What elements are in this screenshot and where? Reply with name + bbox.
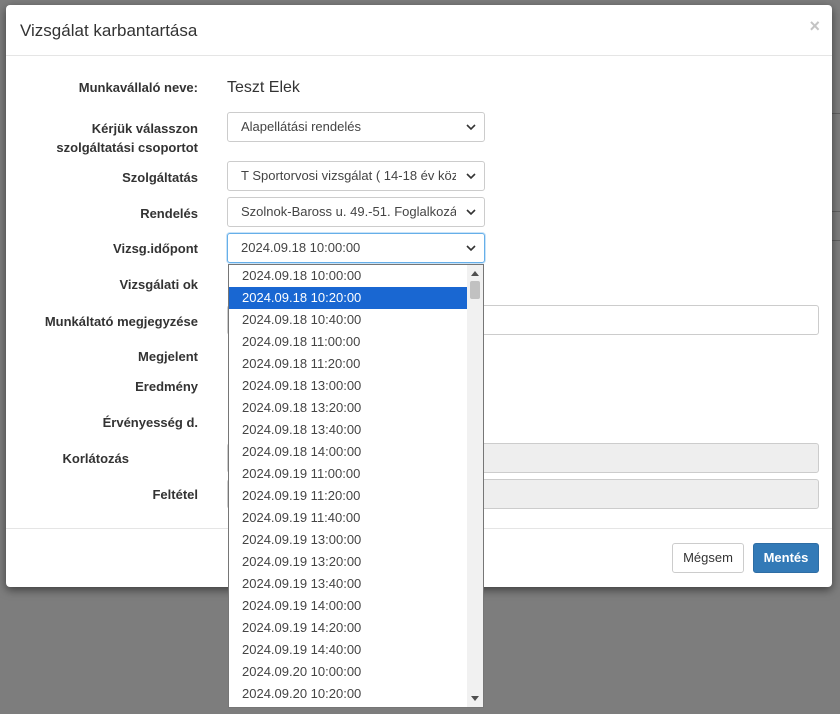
office-select-value: Szolnok-Baross u. 49.-51. Foglalkozá [241, 204, 456, 219]
scroll-thumb[interactable] [470, 281, 480, 299]
appointment-dropdown-list[interactable]: 2024.09.18 10:00:00 2024.09.18 10:20:00 20… [228, 264, 484, 708]
scroll-down-icon[interactable] [471, 696, 479, 701]
chevron-down-icon [466, 209, 476, 216]
dropdown-option[interactable]: 2024.09.18 13:00:00 [229, 375, 483, 397]
employee-name-value: Teszt Elek [227, 79, 300, 96]
cancel-button[interactable]: Mégsem [672, 543, 744, 573]
validity-label: Érvényesség d. [102, 415, 198, 430]
background-divider [832, 113, 840, 114]
dropdown-option[interactable]: 2024.09.19 11:00:00 [229, 463, 483, 485]
dropdown-option[interactable]: 2024.09.19 13:00:00 [229, 529, 483, 551]
dropdown-option[interactable]: 2024.09.18 10:20:00 [229, 287, 483, 309]
dropdown-option[interactable]: 2024.09.19 14:00:00 [229, 595, 483, 617]
service-select-value: T Sportorvosi vizsgálat ( 14-18 év köz [241, 168, 456, 183]
save-button[interactable]: Mentés [753, 543, 819, 573]
service-select[interactable]: T Sportorvosi vizsgálat ( 14-18 év köz [227, 161, 485, 191]
dropdown-option[interactable]: 2024.09.18 11:00:00 [229, 331, 483, 353]
appointment-select[interactable]: 2024.09.18 10:00:00 [227, 233, 485, 263]
dropdown-option[interactable]: 2024.09.20 10:20:00 [229, 683, 483, 705]
dropdown-option[interactable]: 2024.09.18 10:00:00 [229, 265, 483, 287]
dropdown-option[interactable]: 2024.09.18 13:40:00 [229, 419, 483, 441]
service-group-select[interactable]: Alapellátási rendelés [227, 112, 485, 142]
background-divider [832, 211, 840, 212]
dropdown-option[interactable]: 2024.09.19 11:40:00 [229, 507, 483, 529]
dropdown-option[interactable]: 2024.09.18 10:40:00 [229, 309, 483, 331]
reason-label: Vizsgálati ok [119, 277, 198, 292]
service-group-label-line1: Kérjük válasszon [91, 121, 198, 136]
chevron-down-icon [466, 173, 476, 180]
dropdown-option[interactable]: 2024.09.19 13:40:00 [229, 573, 483, 595]
employee-name-label: Munkavállaló neve: [78, 80, 198, 95]
condition-label: Feltétel [152, 487, 198, 502]
dialog-header: Vizsgálat karbantartása × [6, 5, 832, 56]
employer-note-label: Munkáltató megjegyzése [44, 314, 198, 329]
service-label: Szolgáltatás [122, 170, 198, 185]
service-group-label: Kérjük válasszon szolgáltatási csoportot [6, 119, 198, 157]
office-label: Rendelés [140, 206, 198, 221]
dropdown-option[interactable]: 2024.09.19 11:20:00 [229, 485, 483, 507]
dialog-title: Vizsgálat karbantartása [20, 21, 198, 40]
dropdown-scrollbar[interactable] [467, 265, 483, 707]
dropdown-option[interactable]: 2024.09.19 13:20:00 [229, 551, 483, 573]
appointment-label: Vizsg.időpont [113, 241, 198, 256]
dropdown-option[interactable]: 2024.09.18 13:20:00 [229, 397, 483, 419]
office-select[interactable]: Szolnok-Baross u. 49.-51. Foglalkozá [227, 197, 485, 227]
dropdown-option[interactable]: 2024.09.19 14:20:00 [229, 617, 483, 639]
restriction-label: Korlátozás [62, 451, 129, 466]
chevron-down-icon [466, 245, 476, 252]
dropdown-option[interactable]: 2024.09.20 10:00:00 [229, 661, 483, 683]
chevron-down-icon [466, 124, 476, 131]
close-icon[interactable]: × [809, 17, 820, 35]
appointment-select-value: 2024.09.18 10:00:00 [241, 240, 361, 255]
scroll-up-icon[interactable] [471, 271, 479, 276]
dropdown-option[interactable]: 2024.09.18 11:20:00 [229, 353, 483, 375]
dropdown-options: 2024.09.18 10:00:00 2024.09.18 10:20:00 20… [229, 265, 483, 705]
background-divider [832, 240, 840, 241]
result-label: Eredmény [135, 379, 198, 394]
service-group-select-value: Alapellátási rendelés [241, 119, 361, 134]
dropdown-option[interactable]: 2024.09.19 14:40:00 [229, 639, 483, 661]
dropdown-option[interactable]: 2024.09.18 14:00:00 [229, 441, 483, 463]
appeared-label: Megjelent [138, 349, 198, 364]
service-group-label-line2: szolgáltatási csoportot [56, 140, 198, 155]
